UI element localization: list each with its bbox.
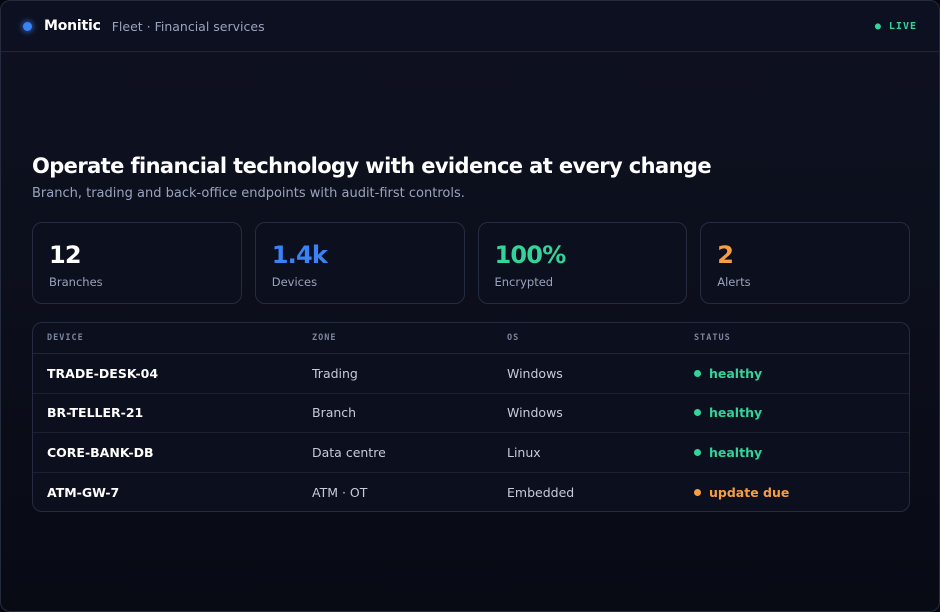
table-row[interactable]: CORE-BANK-DB Data centre Linux healthy: [33, 433, 909, 473]
table-row[interactable]: ATM-GW-7 ATM · OT Embedded update due: [33, 473, 909, 512]
stat-label: Branches: [49, 275, 103, 289]
stat-label: Devices: [271, 275, 318, 289]
status-dot-icon: [694, 448, 701, 456]
device-name: BR-TELLER-21: [47, 405, 144, 421]
stat-value: 2: [717, 241, 734, 269]
brand-logo-icon: [23, 21, 32, 31]
device-zone: Branch: [312, 405, 357, 421]
device-name: ATM-GW-7: [47, 484, 120, 500]
status-badge: healthy: [694, 445, 909, 460]
live-label: ● LIVE: [874, 20, 917, 32]
brand-name[interactable]: Monitic: [44, 18, 101, 34]
stats-row: 12 Branches 1.4k Devices 100% Encrypted …: [32, 222, 910, 304]
status-text: healthy: [709, 444, 763, 460]
status-dot-icon: [694, 369, 701, 377]
device-table: DEVICE ZONE OS STATUS TRADE-DESK-04 Trad…: [32, 322, 910, 512]
stat-value: 12: [49, 241, 82, 269]
status-dot-icon: [694, 488, 701, 496]
column-header-device[interactable]: DEVICE: [47, 333, 312, 343]
status-badge: healthy: [694, 405, 909, 420]
live-indicator: ● LIVE: [875, 21, 917, 32]
status-badge: healthy: [694, 366, 909, 381]
column-header-zone[interactable]: ZONE: [312, 333, 507, 343]
device-os: Windows: [507, 405, 563, 421]
device-os: Windows: [507, 365, 563, 381]
page-subtitle: Branch, trading and back-office endpoint…: [32, 186, 465, 201]
app-window: Monitic Fleet · Financial services ● LIV…: [0, 0, 940, 612]
device-os: Linux: [507, 444, 541, 460]
status-text: update due: [709, 484, 790, 500]
status-dot-icon: [694, 409, 701, 417]
page-title: Operate financial technology with eviden…: [32, 154, 712, 178]
stat-card-devices[interactable]: 1.4k Devices: [254, 222, 465, 304]
status-text: healthy: [709, 365, 763, 381]
device-zone: ATM · OT: [312, 484, 368, 500]
column-header-os[interactable]: OS: [507, 333, 694, 343]
table-header: DEVICE ZONE OS STATUS: [33, 323, 909, 354]
device-name: TRADE-DESK-04: [47, 365, 159, 381]
stat-card-encrypted[interactable]: 100% Encrypted: [477, 222, 688, 304]
device-zone: Trading: [312, 365, 358, 381]
device-zone: Data centre: [312, 444, 386, 460]
top-bar: Monitic Fleet · Financial services ● LIV…: [1, 1, 939, 52]
stat-card-alerts[interactable]: 2 Alerts: [700, 222, 910, 304]
table-row[interactable]: TRADE-DESK-04 Trading Windows healthy: [33, 354, 909, 394]
stat-label: Alerts: [717, 275, 751, 289]
status-text: healthy: [709, 405, 763, 421]
fleet-context: Fleet · Financial services: [111, 18, 265, 34]
column-header-status[interactable]: STATUS: [694, 333, 909, 343]
stat-label: Encrypted: [494, 275, 554, 289]
table-row[interactable]: BR-TELLER-21 Branch Windows healthy: [33, 394, 909, 433]
status-badge: update due: [694, 485, 909, 500]
device-os: Embedded: [507, 484, 575, 500]
stat-value: 1.4k: [271, 241, 328, 269]
device-name: CORE-BANK-DB: [47, 444, 154, 460]
stat-value: 100%: [494, 241, 567, 269]
stat-card-branches[interactable]: 12 Branches: [32, 222, 242, 304]
